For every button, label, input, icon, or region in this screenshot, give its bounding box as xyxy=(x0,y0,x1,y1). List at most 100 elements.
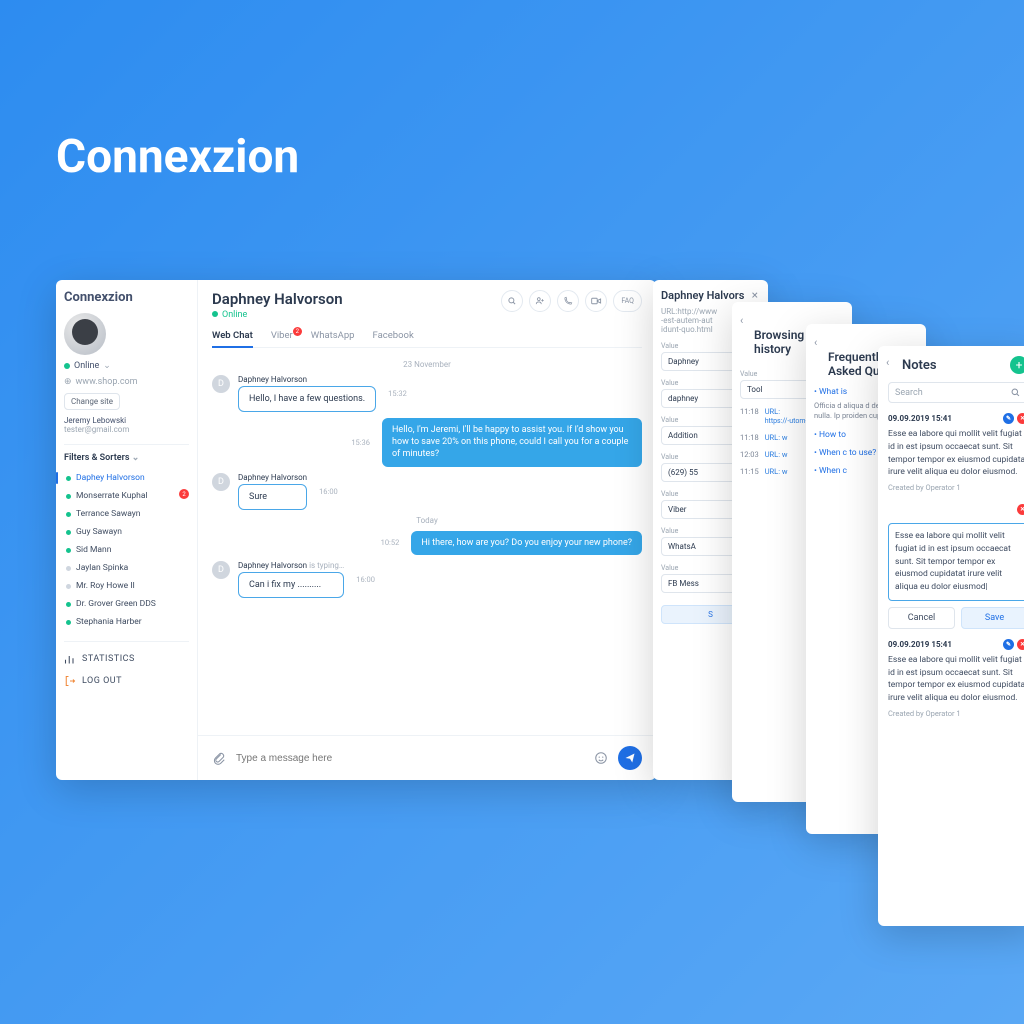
message-in-typing: D Daphney Halvorson is typing… Can i fix… xyxy=(212,561,642,598)
date-separator: Today xyxy=(212,516,642,525)
sidebar-contact[interactable]: Terrance Sawayn xyxy=(64,505,189,523)
status-dot-icon xyxy=(66,494,71,499)
message-time: 10:52 xyxy=(381,538,400,547)
status-dot-icon xyxy=(66,602,71,607)
status-dot-icon xyxy=(66,512,71,517)
search-input[interactable]: Search xyxy=(888,382,1024,403)
message-time: 16:00 xyxy=(319,487,338,496)
sidebar-contact[interactable]: Daphey Halvorson xyxy=(64,469,189,487)
attach-icon[interactable] xyxy=(212,751,226,765)
edit-icon[interactable]: ✎ xyxy=(1003,413,1014,424)
video-icon[interactable] xyxy=(585,290,607,312)
search-icon[interactable] xyxy=(501,290,523,312)
note-author: Created by Operator 1 xyxy=(888,483,1024,492)
chat-title: Daphney Halvorson xyxy=(212,290,343,308)
site-label: www.shop.com xyxy=(76,377,138,387)
delete-icon[interactable]: ✕ xyxy=(1017,504,1024,515)
channel-tab[interactable]: Web Chat xyxy=(212,330,253,347)
app-window: Connexzion Online ⌄ ⊕ www.shop.com Chang… xyxy=(56,280,656,780)
avatar[interactable] xyxy=(64,313,106,355)
notes-panel: ‹ Notes + Search 09.09.2019 15:41 ✎ ✕ Es… xyxy=(878,346,1024,926)
sidebar-contact[interactable]: Mr. Roy Howe II xyxy=(64,577,189,595)
sender-name: Daphney Halvorson xyxy=(238,473,307,482)
sidebar: Connexzion Online ⌄ ⊕ www.shop.com Chang… xyxy=(56,280,198,780)
back-icon[interactable]: ‹ xyxy=(886,356,889,369)
close-icon[interactable]: × xyxy=(752,288,758,302)
sidebar-contact[interactable]: Guy Sawayn xyxy=(64,523,189,541)
status-dot-icon xyxy=(66,566,71,571)
sidebar-contact[interactable]: Stephania Harber xyxy=(64,613,189,631)
filters-sorters[interactable]: Filters & Sorters ⌄ xyxy=(64,444,189,463)
delete-icon[interactable]: ✕ xyxy=(1017,639,1024,650)
message-in: D Daphney Halvorson Sure 16:00 xyxy=(212,473,642,510)
sidebar-contact[interactable]: Monserrate Kuphal2 xyxy=(64,487,189,505)
cancel-button[interactable]: Cancel xyxy=(888,607,955,629)
note-body: Esse ea labore qui mollit velit fugiat i… xyxy=(888,428,1024,479)
delete-icon[interactable]: ✕ xyxy=(1017,413,1024,424)
edit-icon[interactable]: ✎ xyxy=(1003,639,1014,650)
note-body: Esse ea labore qui mollit velit fugiat i… xyxy=(888,654,1024,705)
sender-name: Daphney Halvorson xyxy=(238,561,307,570)
note-editor[interactable]: Esse ea labore qui mollit velit fugiat i… xyxy=(888,523,1024,601)
typing-indicator: is typing… xyxy=(309,561,344,570)
back-icon[interactable]: ‹ xyxy=(814,336,817,349)
save-button[interactable]: Save xyxy=(961,607,1024,629)
note-date: 09.09.2019 15:41 ✎ ✕ xyxy=(888,413,1024,424)
back-icon[interactable]: ‹ xyxy=(740,314,743,327)
emoji-icon[interactable] xyxy=(594,751,608,765)
status-dot-icon xyxy=(66,584,71,589)
avatar-icon: D xyxy=(212,473,230,491)
avatar-icon: D xyxy=(212,561,230,579)
user-email: tester@gmail.com xyxy=(64,425,189,434)
date-separator: 23 November xyxy=(212,360,642,369)
message-thread[interactable]: 23 November D Daphney Halvorson Hello, I… xyxy=(198,348,656,735)
logout-icon xyxy=(64,675,76,687)
sidebar-contact[interactable]: Dr. Grover Green DDS xyxy=(64,595,189,613)
composer xyxy=(198,735,656,780)
unread-badge: 2 xyxy=(179,489,189,499)
chart-icon xyxy=(64,653,76,665)
chat-status: Online xyxy=(222,310,247,320)
message-time: 15:32 xyxy=(388,389,407,398)
panel-title: Notes xyxy=(902,358,937,373)
nav-statistics[interactable]: STATISTICS xyxy=(64,648,189,670)
phone-icon[interactable] xyxy=(557,290,579,312)
message-input[interactable] xyxy=(236,753,584,764)
nav-logout[interactable]: LOG OUT xyxy=(64,670,189,692)
message-in: D Daphney Halvorson Hello, I have a few … xyxy=(212,375,642,412)
channel-tabs: Web Chat Viber2 WhatsApp Facebook xyxy=(212,330,642,348)
channel-tab[interactable]: WhatsApp xyxy=(311,330,355,347)
avatar-icon: D xyxy=(212,375,230,393)
message-out: 15:36 Hello, I'm Jeremi, I'll be happy t… xyxy=(212,418,642,466)
sidebar-contact[interactable]: Jaylan Spinka xyxy=(64,559,189,577)
status-dot-icon xyxy=(64,363,70,369)
sender-name: Daphney Halvorson xyxy=(238,375,376,384)
note-date: 09.09.2019 15:41 ✎ ✕ xyxy=(888,639,1024,650)
channel-tab[interactable]: Viber2 xyxy=(271,330,293,347)
message-time: 15:36 xyxy=(351,438,370,447)
chevron-down-icon[interactable]: ⌄ xyxy=(103,361,111,371)
panel-title: Daphney Halvors xyxy=(661,290,760,303)
contact-list: Daphey HalvorsonMonserrate Kuphal2Terran… xyxy=(64,469,189,631)
message-bubble: Sure xyxy=(238,484,307,510)
faq-button[interactable]: FAQ xyxy=(613,290,642,312)
status-dot-icon xyxy=(66,620,71,625)
status-dot-icon xyxy=(66,530,71,535)
message-bubble: Hi there, how are you? Do you enjoy your… xyxy=(411,531,642,555)
send-button[interactable] xyxy=(618,746,642,770)
message-out: 10:52 Hi there, how are you? Do you enjo… xyxy=(212,531,642,555)
note-date: ✕ xyxy=(888,504,1024,515)
globe-icon: ⊕ xyxy=(64,377,72,387)
add-note-button[interactable]: + xyxy=(1010,356,1024,374)
app-stage: Connexzion Online ⌄ ⊕ www.shop.com Chang… xyxy=(56,280,986,840)
status-label[interactable]: Online xyxy=(74,361,99,371)
sidebar-contact[interactable]: Sid Mann xyxy=(64,541,189,559)
unread-badge: 2 xyxy=(293,327,302,336)
message-bubble: Can i fix my .......... xyxy=(238,572,344,598)
add-user-icon[interactable] xyxy=(529,290,551,312)
change-site-button[interactable]: Change site xyxy=(64,393,120,410)
channel-tab[interactable]: Facebook xyxy=(373,330,414,347)
note-author: Created by Operator 1 xyxy=(888,709,1024,718)
status-dot-icon xyxy=(66,548,71,553)
status-dot-icon xyxy=(66,476,71,481)
